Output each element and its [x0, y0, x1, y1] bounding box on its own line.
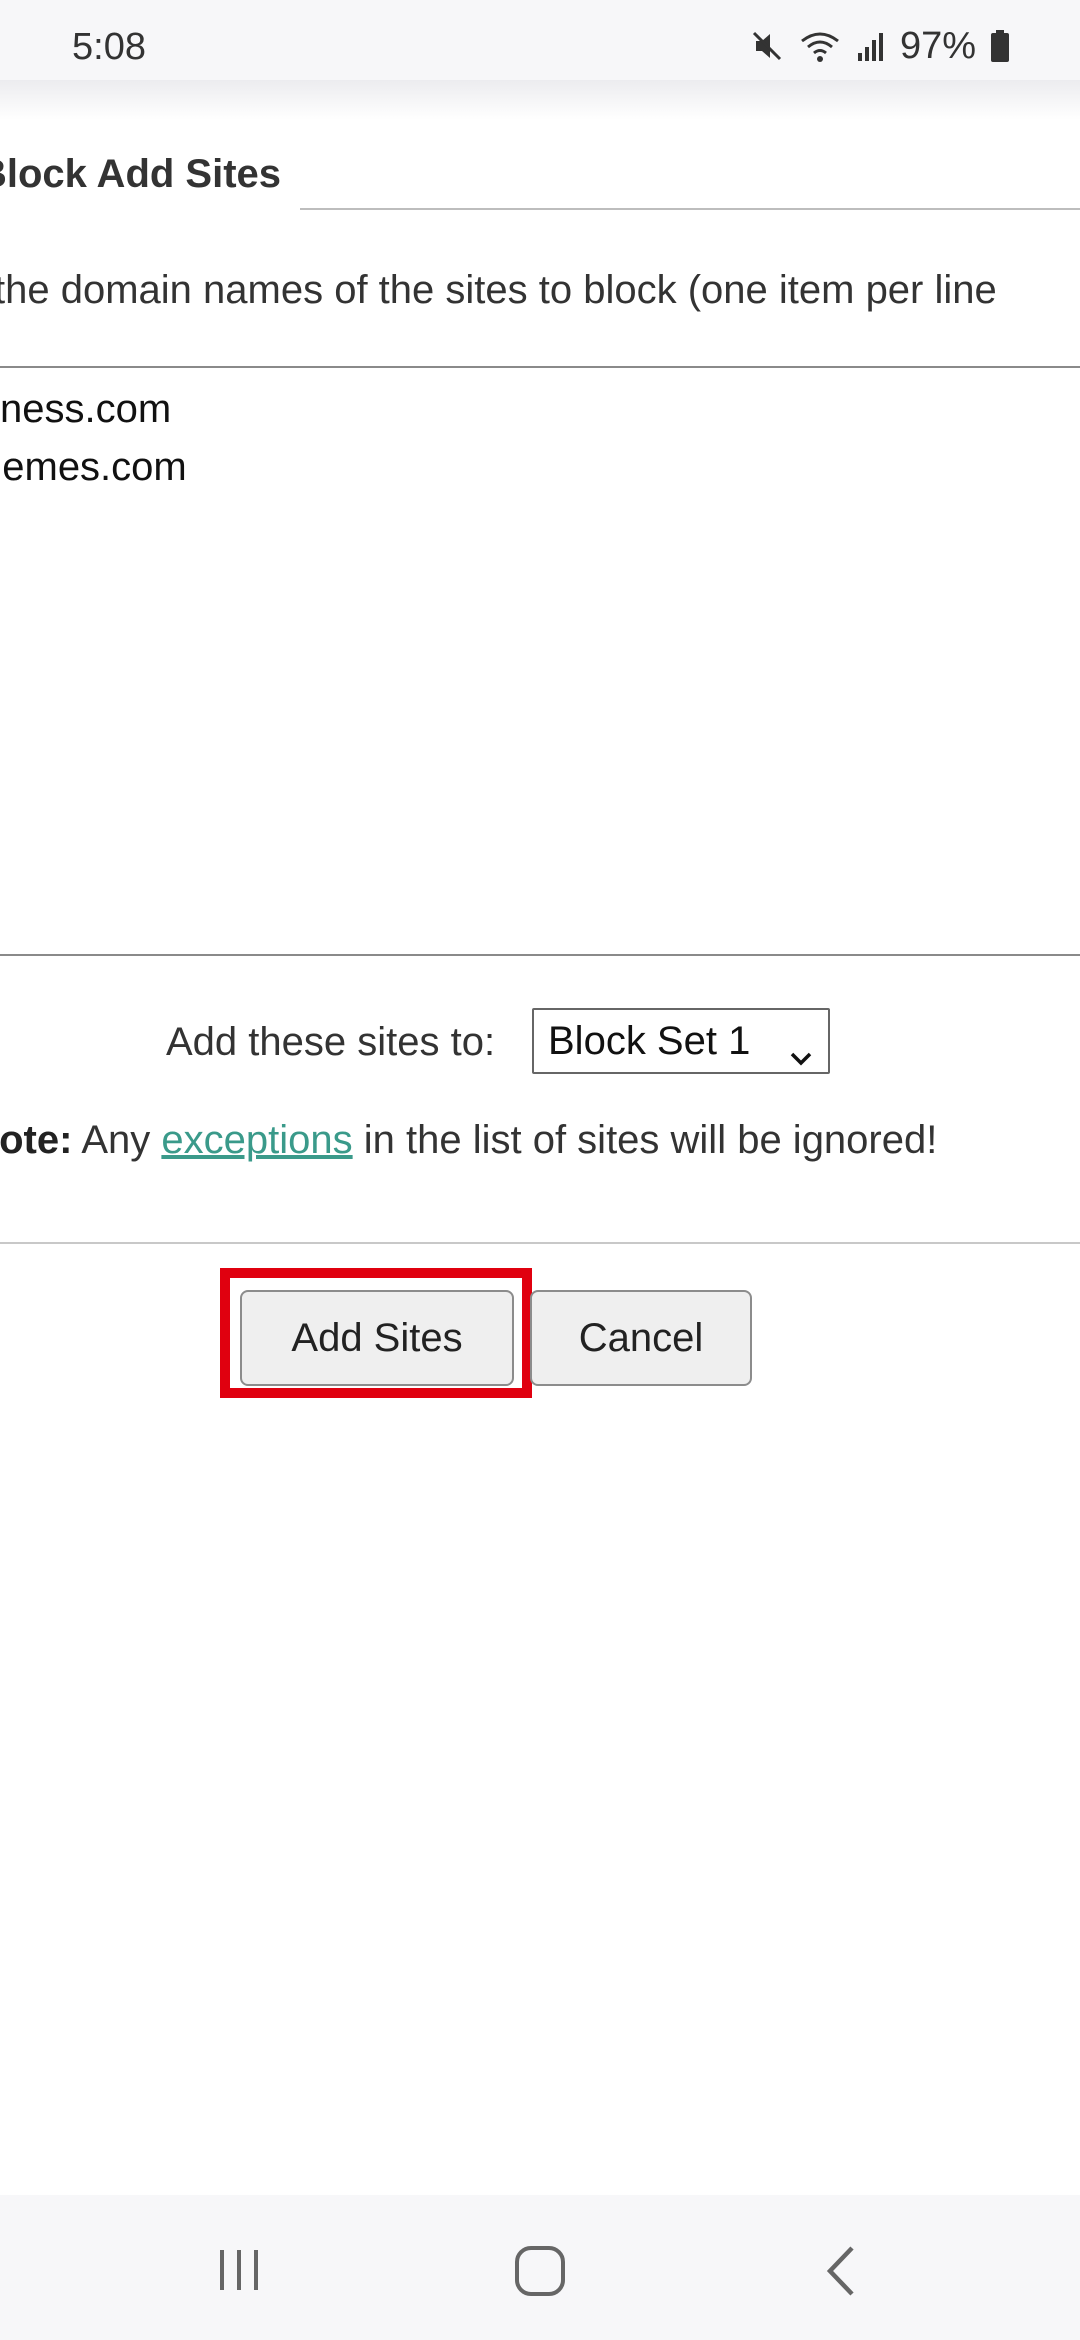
status-bar: 5:08 97%: [0, 0, 1080, 80]
cancel-button[interactable]: Cancel: [530, 1290, 752, 1386]
note-text: lote: Any exceptions in the list of site…: [0, 1118, 937, 1163]
exceptions-link[interactable]: exceptions: [161, 1118, 352, 1162]
block-set-select[interactable]: Block Set 1: [532, 1008, 830, 1074]
sites-textarea[interactable]: sness.com nemes.com: [0, 366, 1080, 956]
back-icon[interactable]: [822, 2245, 862, 2302]
site-line: nemes.com: [0, 445, 187, 489]
divider: [0, 1242, 1080, 1244]
status-icons: 97%: [750, 24, 1010, 67]
legend-title: Block Add Sites: [0, 152, 282, 196]
battery-icon: [990, 29, 1010, 63]
page-content: Block Add Sites the domain names of the …: [0, 120, 1080, 2195]
note-before: Any: [72, 1118, 162, 1162]
status-time: 5:08: [72, 26, 146, 68]
block-set-value: Block Set 1: [548, 1019, 751, 1063]
navigation-bar: [0, 2195, 1080, 2340]
signal-icon: [856, 29, 886, 63]
note-after: in the list of sites will be ignored!: [352, 1118, 938, 1162]
chevron-down-icon: [788, 1028, 814, 1090]
add-sites-button[interactable]: Add Sites: [240, 1290, 514, 1386]
instructions-text: the domain names of the sites to block (…: [0, 268, 997, 312]
block-set-row: Add these sites to: Block Set 1: [0, 1008, 1080, 1078]
add-sites-label: Add these sites to:: [166, 1020, 496, 1064]
toolbar-shadow: [0, 80, 1080, 120]
fieldset-legend: Block Add Sites: [0, 152, 1080, 212]
mute-icon: [750, 29, 784, 63]
legend-rule: [300, 208, 1080, 210]
home-icon[interactable]: [514, 2245, 566, 2302]
site-line: sness.com: [0, 387, 172, 431]
note-label: lote:: [0, 1118, 73, 1162]
battery-percent: 97%: [899, 24, 976, 67]
wifi-icon: [798, 29, 842, 63]
recent-apps-icon[interactable]: [214, 2245, 264, 2300]
